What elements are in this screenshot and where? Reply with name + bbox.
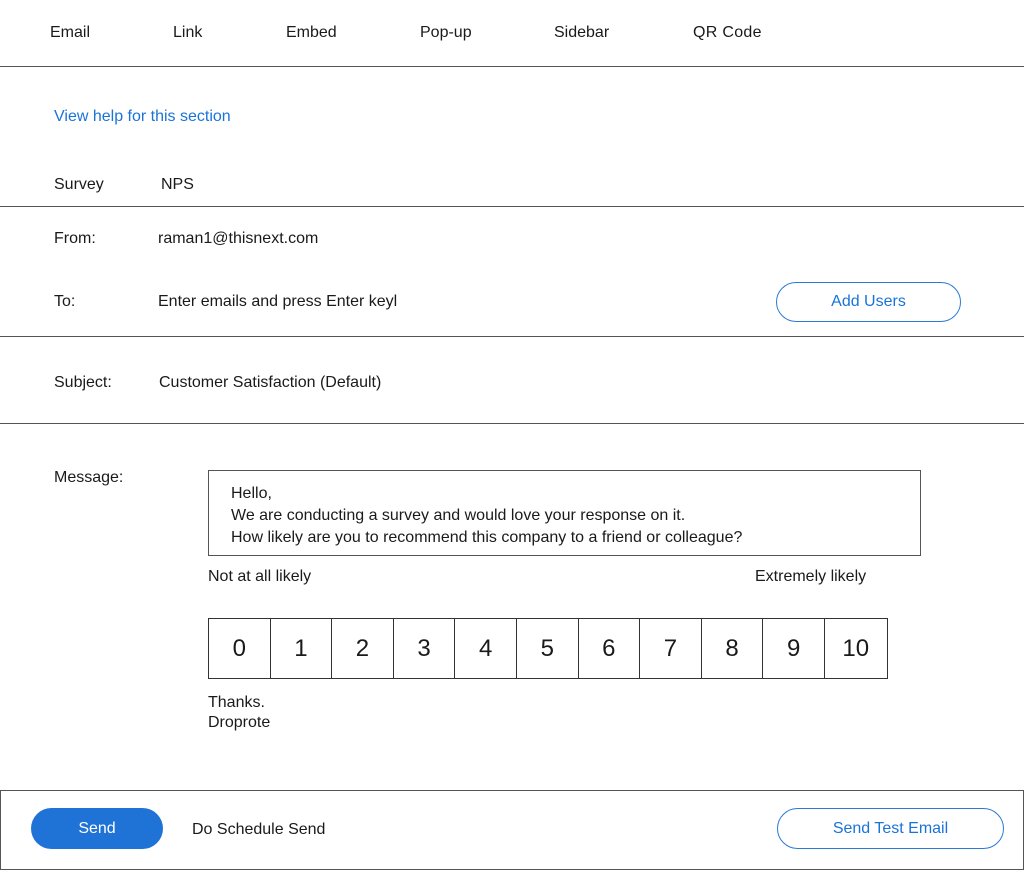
survey-divider [0,206,1024,207]
help-link[interactable]: View help for this section [54,107,231,127]
send-button[interactable]: Send [31,808,163,849]
nps-option[interactable]: 4 [455,619,517,678]
tab-popup[interactable]: Pop-up [420,23,472,43]
message-line: Hello, [231,485,272,502]
to-label: To: [54,293,76,310]
tab-email[interactable]: Email [50,23,90,43]
nps-option[interactable]: 7 [640,619,702,678]
recipients-divider [0,336,1024,337]
tabs-divider [0,66,1024,67]
tab-sidebar[interactable]: Sidebar [554,23,609,43]
from-value: raman1@thisnext.com [158,230,319,247]
nps-option[interactable]: 1 [271,619,333,678]
schedule-send-link[interactable]: Do Schedule Send [192,820,325,840]
nps-option[interactable]: 9 [763,619,825,678]
add-users-button[interactable]: Add Users [776,282,961,322]
message-line: How likely are you to recommend this com… [231,529,743,546]
nps-option[interactable]: 6 [579,619,641,678]
tab-embed[interactable]: Embed [286,23,337,43]
signoff-name: Droprote [208,714,271,731]
nps-option[interactable]: 8 [702,619,764,678]
message-body[interactable]: Hello, We are conducting a survey and wo… [208,470,921,556]
footer-bar: Send Do Schedule Send Send Test Email [0,790,1024,870]
nps-option[interactable]: 2 [332,619,394,678]
survey-label: Survey [54,176,104,193]
nps-option[interactable]: 3 [394,619,456,678]
subject-label: Subject: [54,374,112,391]
to-input[interactable]: Enter emails and press Enter keyl [158,292,397,312]
scale-low-label: Not at all likely [208,568,312,585]
message-label: Message: [54,469,124,486]
message-line: We are conducting a survey and would lov… [231,507,686,524]
from-label: From: [54,230,96,247]
signoff-thanks: Thanks. [208,694,265,711]
nps-option[interactable]: 0 [209,619,271,678]
tab-link[interactable]: Link [173,23,202,43]
send-test-email-button[interactable]: Send Test Email [777,808,1004,849]
survey-value[interactable]: NPS [161,175,194,195]
nps-option[interactable]: 5 [517,619,579,678]
scale-high-label: Extremely likely [755,568,867,585]
subject-input[interactable]: Customer Satisfaction (Default) [159,373,381,393]
nps-scale: 0 1 2 3 4 5 6 7 8 9 10 [208,618,888,679]
tab-qr-code[interactable]: QR Code [693,23,762,43]
subject-divider [0,423,1024,424]
nps-option[interactable]: 10 [825,619,887,678]
